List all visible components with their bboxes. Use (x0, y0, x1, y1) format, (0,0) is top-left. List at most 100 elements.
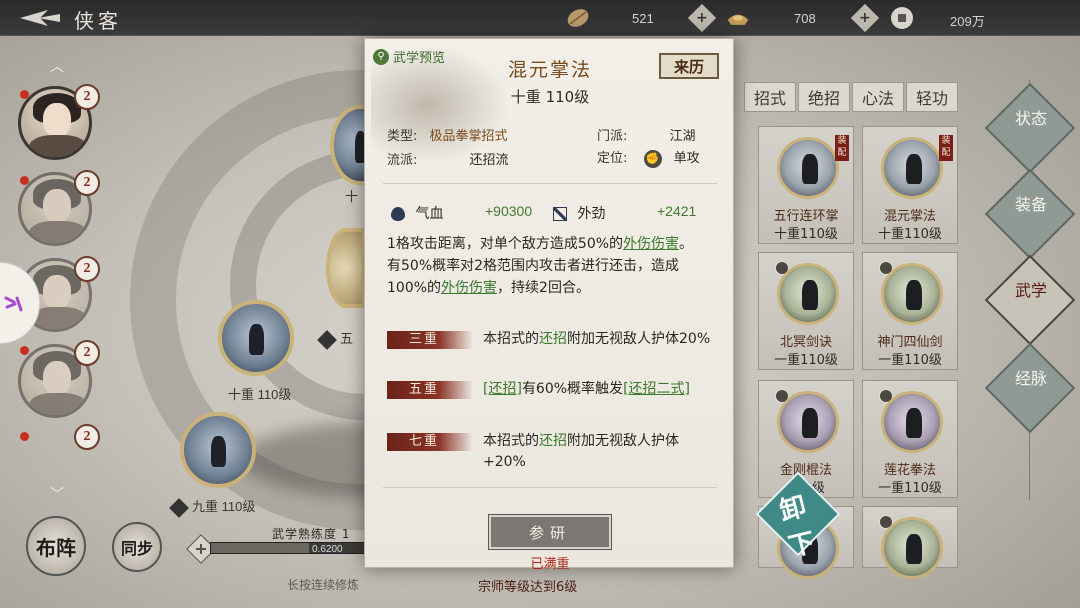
skill-card-name: 金刚棍法 (779, 463, 832, 478)
add-gold-button[interactable]: + (850, 3, 880, 33)
add-leaf-button[interactable]: + (687, 3, 717, 33)
school-label: 流派: (387, 153, 418, 168)
notification-dot (20, 432, 29, 441)
scroll-down-icon[interactable]: ﹀ (44, 484, 70, 503)
tab-moves[interactable]: 招式 (744, 82, 796, 112)
skill-slot-2[interactable] (180, 412, 256, 488)
leaf-token-icon (567, 9, 589, 27)
page-title: 侠客 (74, 9, 122, 33)
type-value: 极品拳掌招式 (429, 129, 508, 144)
heart-icon (391, 207, 405, 221)
equipped-flag: 装配 (835, 135, 849, 161)
skill-card-name: 北冥剑诀 (779, 335, 832, 350)
skill-card[interactable] (862, 506, 958, 579)
stat-power: 外劲 (553, 203, 605, 223)
skill-description: 1格攻击距离，对单个敌方造成50%的外伤伤害。有50%概率对2格范围内攻击者进行… (387, 233, 707, 299)
sect-row: 门派: 江湖 (597, 125, 696, 144)
skill-slot-level-partial: 十 (345, 189, 359, 204)
skill-slot-level-partial: 五 (317, 328, 353, 350)
notification-dot (20, 90, 29, 99)
nav-meridian[interactable] (984, 342, 1076, 434)
resource-gold-value: 708 (794, 11, 816, 26)
nav-status[interactable] (984, 82, 1076, 174)
sect-label: 门派: (597, 129, 628, 144)
stat-power-label: 外劲 (577, 206, 606, 222)
equipped-flag: 装配 (939, 135, 953, 161)
resource-leaf-value: 521 (632, 11, 654, 26)
skill-card-name: 神门四仙剑 (877, 335, 943, 350)
tab-ultimate[interactable]: 绝招 (798, 82, 850, 112)
skill-card[interactable]: 装配 混元掌法 十重110级 (862, 126, 958, 244)
role-value: 单攻 (673, 151, 700, 166)
nav-equipment-label: 装备 (1014, 195, 1047, 214)
proficiency-bar-fill (211, 543, 309, 553)
skill-card-level: 一重110级 (878, 481, 942, 496)
notification-dot (20, 176, 29, 185)
skill-card[interactable]: 北冥剑诀 一重110级 (758, 252, 854, 370)
role-label: 定位: (597, 151, 628, 166)
damage-link[interactable]: 外伤伤害 (623, 236, 679, 252)
skill-card[interactable]: 装配 五行连环掌 十重110级 (758, 126, 854, 244)
proficiency-label: 武学熟练度 1 (272, 527, 351, 541)
skill-emblem (881, 517, 943, 579)
resource-coin-value: 209万 (950, 14, 985, 29)
scroll-up-icon[interactable]: ︿ (44, 56, 70, 75)
resource-coin (890, 6, 914, 30)
press-hold-hint: 长按连续修炼 (287, 578, 360, 592)
desc-text: ，持续2回合。 (497, 280, 590, 296)
counter-two-link[interactable]: [还招二式] (623, 381, 690, 397)
stat-hp-value: +90300 (485, 203, 533, 219)
formation-label: 布阵 (36, 535, 76, 560)
tab-mind[interactable]: 心法 (852, 82, 904, 112)
skill-level: 十重 110级 (510, 88, 590, 106)
skill-slot-1[interactable] (218, 300, 294, 376)
notification-dot (20, 346, 29, 355)
stat-hp: 气血 (391, 203, 443, 223)
tier-badge: 五重 (387, 381, 473, 399)
nav-martial-arts[interactable] (984, 254, 1076, 346)
school-row: 流派: 还招流 (387, 149, 509, 168)
counter-link[interactable]: [还招] (483, 381, 522, 397)
proficiency-bar (210, 542, 370, 554)
formation-button[interactable]: 布阵 (26, 516, 86, 576)
skill-emblem (777, 263, 839, 325)
skill-card-level: 十重110级 (774, 227, 838, 242)
skill-emblem (881, 263, 943, 325)
proficiency-value: 0.6200 (312, 544, 343, 555)
tab-lightness[interactable]: 轻功 (906, 82, 958, 112)
resource-leaf (566, 6, 590, 30)
nav-equipment[interactable] (984, 168, 1076, 260)
damage-link[interactable]: 外伤伤害 (441, 280, 497, 296)
skill-slot-2-level: 九重 110级 (169, 496, 255, 518)
fist-icon: ✊ (643, 149, 662, 168)
skill-card[interactable]: 神门四仙剑 一重110级 (862, 252, 958, 370)
sync-button[interactable]: 同步 (112, 522, 162, 572)
skill-slot-partial-middle[interactable] (326, 228, 366, 308)
skill-emblem (777, 137, 839, 199)
resource-gold (726, 6, 750, 30)
skill-tier-icon (317, 329, 337, 350)
divider (383, 487, 717, 488)
plus-icon: + (859, 9, 871, 26)
stat-hp-label: 气血 (415, 206, 444, 222)
plus-icon: + (696, 9, 708, 26)
hero-level-badge: 2 (74, 84, 100, 110)
stat-power-value: +2421 (657, 203, 697, 219)
research-button[interactable]: 参研 (488, 514, 612, 550)
sync-label: 同步 (120, 539, 153, 558)
source-button[interactable]: 来历 (659, 53, 719, 79)
skill-card-level: 一重110级 (774, 353, 838, 368)
sword-icon (553, 207, 567, 221)
tier-text: [还招]有60%概率触发[还招二式] (483, 381, 690, 397)
tier-text: 本招式的还招附加无视敌人护体20% (483, 331, 711, 347)
skill-card-level: 十重110级 (878, 227, 942, 242)
skill-card-name: 五行连环掌 (773, 209, 839, 224)
skill-card-name: 莲花拳法 (883, 463, 936, 478)
gold-ingot-icon (727, 14, 749, 25)
skill-card[interactable]: 莲花拳法 一重110级 (862, 380, 958, 498)
requirement-hint: 宗师等级达到6级 (478, 580, 578, 595)
brush-mark-icon (4, 296, 23, 312)
skill-slot-1-level: 十重 110级 (228, 387, 292, 402)
divider (383, 183, 717, 184)
back-arrow-icon[interactable] (18, 8, 62, 28)
